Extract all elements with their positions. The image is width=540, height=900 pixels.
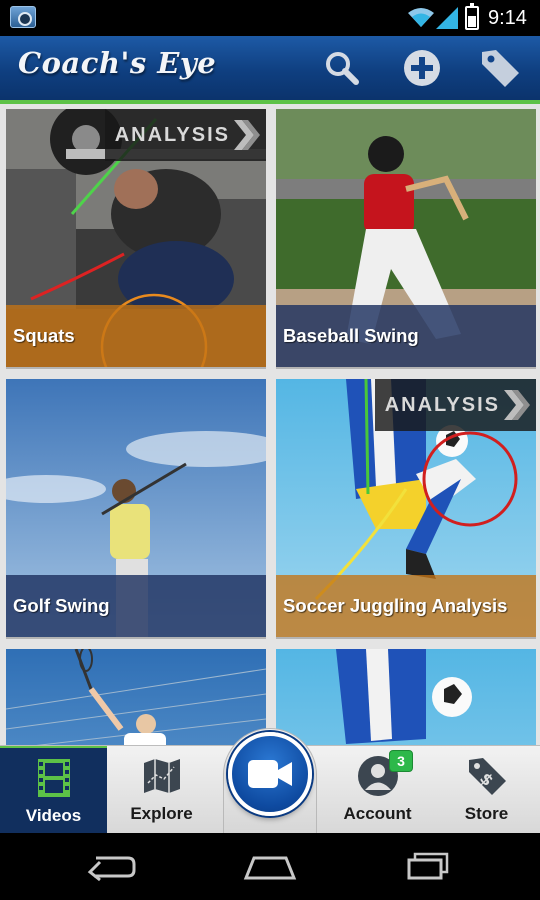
back-icon <box>87 856 136 882</box>
video-card-baseball-swing[interactable]: Baseball Swing <box>276 109 536 369</box>
analysis-badge-text: ANALYSIS <box>114 123 230 146</box>
tab-explore[interactable]: Explore <box>108 746 215 834</box>
video-card-soccer[interactable] <box>276 649 536 745</box>
notification-count-badge: 3 <box>389 750 413 772</box>
video-camera-icon <box>248 760 292 788</box>
tags-button[interactable] <box>476 44 524 92</box>
video-title-label: Squats <box>6 305 266 367</box>
tab-store-label: Store <box>464 804 509 823</box>
video-grid[interactable]: ANALYSIS Squats Baseball Swing Golf Swin… <box>0 104 540 745</box>
search-icon <box>326 52 359 85</box>
map-icon <box>143 759 180 793</box>
tag-icon <box>482 50 519 87</box>
app-title: Coach's Eye <box>18 46 217 80</box>
tab-store[interactable]: $ Store <box>433 746 540 834</box>
app-header: Coach's Eye <box>0 36 540 100</box>
video-title: Baseball Swing <box>283 325 419 346</box>
analysis-badge-text: ANALYSIS <box>384 393 500 416</box>
system-navigation-bar <box>0 833 540 900</box>
tab-explore-label: Explore <box>130 804 193 823</box>
price-tag-dollar-icon: $ <box>468 758 506 795</box>
video-title-label: Golf Swing <box>6 575 266 637</box>
status-time: 9:14 <box>488 7 527 29</box>
battery-icon <box>465 3 479 30</box>
video-card-golf-swing[interactable]: Golf Swing <box>6 379 266 639</box>
recent-apps-icon <box>407 852 449 880</box>
app-notification-icon <box>10 6 36 28</box>
video-thumbnail <box>6 649 266 745</box>
tab-account[interactable]: Account <box>324 746 431 834</box>
video-title: Squats <box>13 325 75 346</box>
tab-account-label: Account <box>343 804 412 823</box>
video-thumbnail <box>276 649 536 745</box>
wifi-icon <box>408 8 434 27</box>
video-title: Golf Swing <box>13 595 110 616</box>
status-bar: 9:14 <box>0 0 540 36</box>
add-video-button[interactable] <box>398 44 446 92</box>
analysis-badge: ANALYSIS <box>374 379 536 431</box>
video-card-squats[interactable]: ANALYSIS Squats <box>6 109 266 369</box>
video-title-label: Soccer Juggling Analysis <box>276 575 536 637</box>
home-button[interactable] <box>240 847 300 887</box>
tab-videos-label: Videos <box>25 806 82 825</box>
chevron-right-icon <box>234 120 260 150</box>
tab-videos[interactable]: Videos <box>0 746 107 834</box>
analysis-badge: ANALYSIS <box>104 109 266 161</box>
record-video-button[interactable] <box>228 732 312 816</box>
cell-signal-icon <box>436 7 458 29</box>
video-title: Soccer Juggling Analysis <box>283 595 508 616</box>
video-card-soccer-juggling-analysis[interactable]: ANALYSIS Soccer Juggling Analysis <box>276 379 536 639</box>
search-button[interactable] <box>318 44 366 92</box>
video-card-tennis[interactable] <box>6 649 266 745</box>
plus-icon <box>404 50 440 86</box>
recent-apps-button[interactable] <box>398 847 458 887</box>
home-icon <box>243 856 297 880</box>
film-strip-icon <box>37 759 70 797</box>
bottom-navigation: Videos Explore Account 3 $ Store <box>0 728 540 834</box>
video-title-label: Baseball Swing <box>276 305 536 367</box>
back-button[interactable] <box>82 847 142 887</box>
chevron-right-icon <box>504 390 530 420</box>
